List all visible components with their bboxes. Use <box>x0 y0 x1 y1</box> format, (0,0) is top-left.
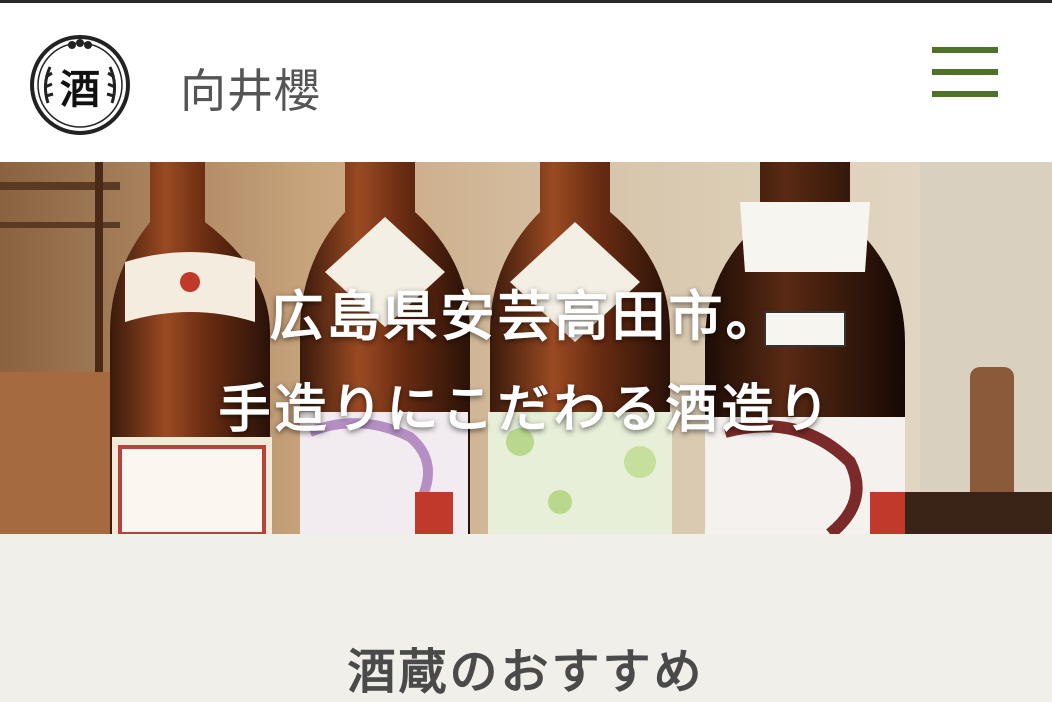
logo-text: 酒 <box>60 66 100 113</box>
hero-headline-line1: 広島県安芸高田市。 <box>269 285 783 348</box>
hamburger-menu-button[interactable] <box>932 47 998 97</box>
hamburger-bar-top <box>932 47 998 53</box>
hero-banner: 広島県安芸高田市。 手造りにこだわる酒造り <box>0 162 1052 534</box>
section-title: 酒蔵のおすすめ <box>347 644 705 700</box>
hamburger-bar-bottom <box>932 91 998 97</box>
hero-headline-line2: 手造りにこだわる酒造り <box>218 380 834 440</box>
brand-logo[interactable]: 酒 <box>28 33 132 137</box>
brand-name[interactable]: 向井櫻 <box>180 55 321 121</box>
hamburger-bar-middle <box>932 69 998 75</box>
site-header: 酒 向井櫻 <box>0 3 1052 162</box>
sake-crest-icon: 酒 <box>30 35 130 135</box>
recommendations-section: 酒蔵のおすすめ <box>0 534 1052 700</box>
